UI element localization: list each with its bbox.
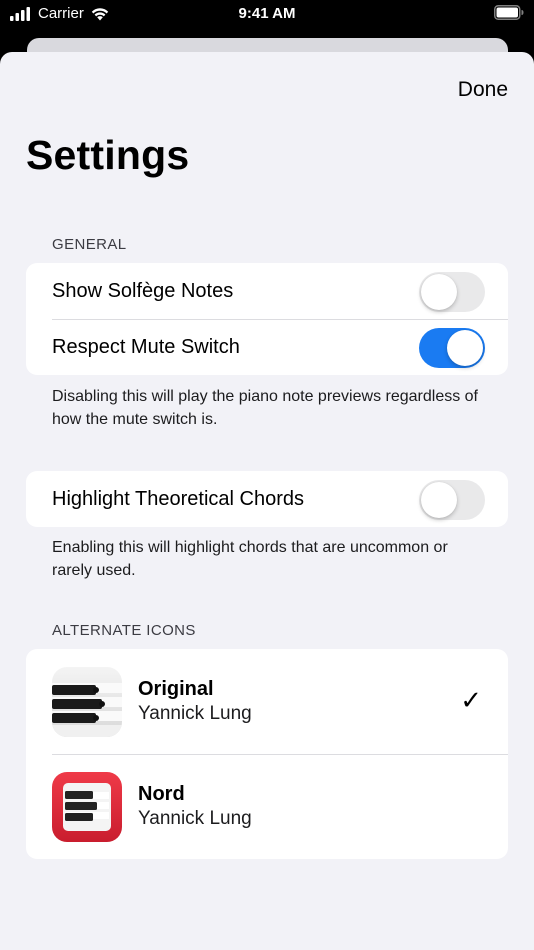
status-time: 9:41 AM (238, 5, 296, 22)
row-label: Respect Mute Switch (52, 335, 240, 358)
page-title: Settings (26, 132, 190, 178)
row-respect-mute-switch: Respect Mute Switch (26, 319, 508, 375)
row-label: Show Solfège Notes (52, 279, 234, 302)
general-group: Show Solfège Notes Respect Mute Switch (26, 263, 508, 375)
icon-option-text: Original Yannick Lung (138, 677, 252, 726)
settings-sheet: Done Settings GENERAL Show Solfège Notes… (0, 52, 534, 950)
toggle-knob (421, 274, 457, 310)
highlight-theoretical-chords-toggle[interactable] (419, 480, 485, 520)
icon-option-text: Nord Yannick Lung (138, 782, 252, 831)
status-right (494, 5, 524, 24)
icon-option-name: Nord (138, 783, 185, 805)
section-header-alternate-icons: ALTERNATE ICONS (52, 622, 196, 639)
status-bar: Carrier 9:41 AM (0, 0, 534, 30)
row-highlight-theoretical-chords: Highlight Theoretical Chords (26, 471, 508, 527)
done-button[interactable]: Done (458, 78, 508, 102)
respect-mute-switch-toggle[interactable] (419, 328, 485, 368)
icon-option-author: Yannick Lung (138, 703, 252, 724)
section-header-general: GENERAL (52, 236, 127, 253)
icon-option-author: Yannick Lung (138, 808, 252, 829)
general-footer: Disabling this will play the piano note … (52, 388, 478, 428)
solfege-notes-toggle[interactable] (419, 272, 485, 312)
icon-option-name: Original (138, 678, 214, 700)
toggle-knob (447, 330, 483, 366)
checkmark-icon: ✓ (460, 685, 482, 715)
battery-icon (494, 5, 524, 20)
piano-keys-red-icon (52, 771, 122, 842)
toggle-knob (421, 482, 457, 518)
icon-option-nord[interactable]: Nord Yannick Lung (26, 754, 508, 859)
theory-footer: Enabling this will highlight chords that… (52, 539, 448, 579)
theory-group: Highlight Theoretical Chords (26, 471, 508, 527)
row-label: Highlight Theoretical Chords (52, 487, 304, 510)
alternate-icons-group: Original Yannick Lung ✓ Nord Yannick Lun… (26, 649, 508, 859)
icon-option-original[interactable]: Original Yannick Lung ✓ (26, 649, 508, 754)
piano-keys-icon (52, 666, 122, 737)
row-show-solfege-notes: Show Solfège Notes (26, 263, 508, 319)
